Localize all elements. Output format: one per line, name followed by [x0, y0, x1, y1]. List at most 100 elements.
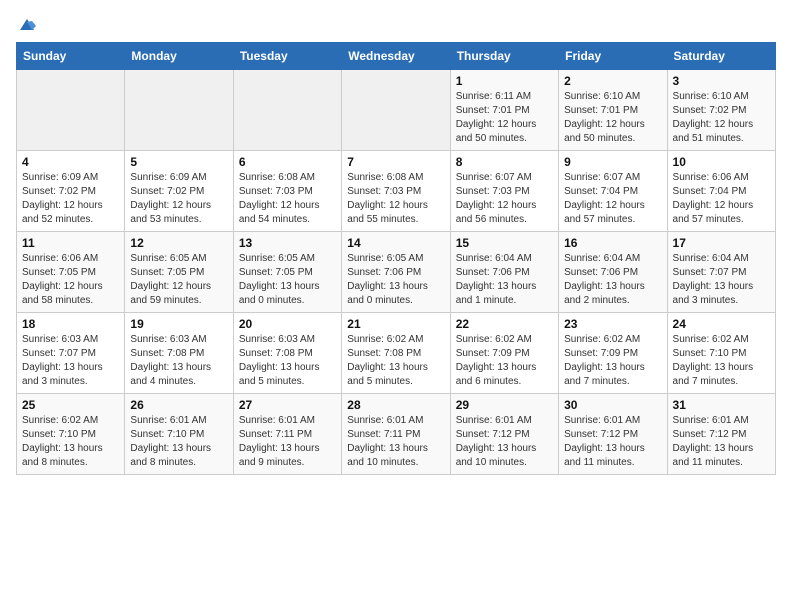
- calendar-week-row: 1 Sunrise: 6:11 AMSunset: 7:01 PMDaylight…: [17, 70, 776, 151]
- day-number: 25: [22, 398, 119, 412]
- day-number: 14: [347, 236, 444, 250]
- calendar-cell: 20 Sunrise: 6:03 AMSunset: 7:08 PMDayligh…: [233, 313, 341, 394]
- day-info: Sunrise: 6:01 AMSunset: 7:12 PMDaylight:…: [456, 414, 553, 470]
- day-info: Sunrise: 6:02 AMSunset: 7:09 PMDaylight:…: [456, 333, 553, 389]
- day-info: Sunrise: 6:08 AMSunset: 7:03 PMDaylight:…: [347, 171, 444, 227]
- day-info: Sunrise: 6:02 AMSunset: 7:09 PMDaylight:…: [564, 333, 661, 389]
- day-info: Sunrise: 6:03 AMSunset: 7:07 PMDaylight:…: [22, 333, 119, 389]
- calendar-cell: 12Sunrise: 6:05 AMSunset: 7:05 PMDayligh…: [125, 232, 233, 313]
- day-info: Sunrise: 6:02 AMSunset: 7:10 PMDaylight:…: [22, 414, 119, 470]
- day-number: 13: [239, 236, 336, 250]
- day-number: 16: [564, 236, 661, 250]
- day-number: 24: [673, 317, 770, 331]
- day-info: Sunrise: 6:07 AMSunset: 7:04 PMDaylight:…: [564, 171, 661, 227]
- calendar-cell: 7 Sunrise: 6:08 AMSunset: 7:03 PMDaylight…: [342, 151, 450, 232]
- calendar-cell: 1 Sunrise: 6:11 AMSunset: 7:01 PMDaylight…: [450, 70, 558, 151]
- calendar-cell: 8 Sunrise: 6:07 AMSunset: 7:03 PMDaylight…: [450, 151, 558, 232]
- weekday-header-row: SundayMondayTuesdayWednesdayThursdayFrid…: [17, 43, 776, 70]
- day-info: Sunrise: 6:10 AMSunset: 7:02 PMDaylight:…: [673, 90, 770, 146]
- day-number: 15: [456, 236, 553, 250]
- day-number: 17: [673, 236, 770, 250]
- day-number: 19: [130, 317, 227, 331]
- calendar-cell: 10Sunrise: 6:06 AMSunset: 7:04 PMDayligh…: [667, 151, 775, 232]
- day-number: 22: [456, 317, 553, 331]
- calendar-cell: 29 Sunrise: 6:01 AMSunset: 7:12 PMDayligh…: [450, 394, 558, 475]
- day-number: 1: [456, 74, 553, 88]
- calendar-cell: 9 Sunrise: 6:07 AMSunset: 7:04 PMDaylight…: [559, 151, 667, 232]
- day-info: Sunrise: 6:11 AMSunset: 7:01 PMDaylight:…: [456, 90, 553, 146]
- calendar-cell: [233, 70, 341, 151]
- weekday-header: Sunday: [17, 43, 125, 70]
- calendar-cell: 28 Sunrise: 6:01 AMSunset: 7:11 PMDayligh…: [342, 394, 450, 475]
- weekday-header: Tuesday: [233, 43, 341, 70]
- day-info: Sunrise: 6:09 AMSunset: 7:02 PMDaylight:…: [130, 171, 227, 227]
- page-header: [16, 16, 776, 34]
- weekday-header: Saturday: [667, 43, 775, 70]
- calendar-week-row: 25 Sunrise: 6:02 AMSunset: 7:10 PMDayligh…: [17, 394, 776, 475]
- calendar-cell: 27Sunrise: 6:01 AMSunset: 7:11 PMDayligh…: [233, 394, 341, 475]
- calendar-cell: 14 Sunrise: 6:05 AMSunset: 7:06 PMDayligh…: [342, 232, 450, 313]
- calendar-cell: 26Sunrise: 6:01 AMSunset: 7:10 PMDayligh…: [125, 394, 233, 475]
- day-info: Sunrise: 6:04 AMSunset: 7:07 PMDaylight:…: [673, 252, 770, 308]
- day-info: Sunrise: 6:03 AMSunset: 7:08 PMDaylight:…: [239, 333, 336, 389]
- day-info: Sunrise: 6:03 AMSunset: 7:08 PMDaylight:…: [130, 333, 227, 389]
- calendar: SundayMondayTuesdayWednesdayThursdayFrid…: [16, 42, 776, 475]
- day-info: Sunrise: 6:06 AMSunset: 7:04 PMDaylight:…: [673, 171, 770, 227]
- calendar-cell: 3 Sunrise: 6:10 AMSunset: 7:02 PMDaylight…: [667, 70, 775, 151]
- calendar-cell: [342, 70, 450, 151]
- day-info: Sunrise: 6:07 AMSunset: 7:03 PMDaylight:…: [456, 171, 553, 227]
- day-number: 9: [564, 155, 661, 169]
- calendar-cell: 31 Sunrise: 6:01 AMSunset: 7:12 PMDayligh…: [667, 394, 775, 475]
- day-number: 7: [347, 155, 444, 169]
- day-number: 4: [22, 155, 119, 169]
- calendar-cell: 16 Sunrise: 6:04 AMSunset: 7:06 PMDayligh…: [559, 232, 667, 313]
- calendar-week-row: 18 Sunrise: 6:03 AMSunset: 7:07 PMDayligh…: [17, 313, 776, 394]
- day-number: 3: [673, 74, 770, 88]
- day-number: 28: [347, 398, 444, 412]
- day-number: 20: [239, 317, 336, 331]
- day-info: Sunrise: 6:02 AMSunset: 7:10 PMDaylight:…: [673, 333, 770, 389]
- day-number: 6: [239, 155, 336, 169]
- calendar-cell: 13Sunrise: 6:05 AMSunset: 7:05 PMDayligh…: [233, 232, 341, 313]
- calendar-cell: 2Sunrise: 6:10 AMSunset: 7:01 PMDaylight…: [559, 70, 667, 151]
- calendar-cell: 18 Sunrise: 6:03 AMSunset: 7:07 PMDayligh…: [17, 313, 125, 394]
- day-number: 5: [130, 155, 227, 169]
- day-info: Sunrise: 6:01 AMSunset: 7:11 PMDaylight:…: [347, 414, 444, 470]
- logo: [16, 16, 36, 34]
- day-number: 21: [347, 317, 444, 331]
- day-number: 23: [564, 317, 661, 331]
- calendar-cell: 25 Sunrise: 6:02 AMSunset: 7:10 PMDayligh…: [17, 394, 125, 475]
- day-info: Sunrise: 6:08 AMSunset: 7:03 PMDaylight:…: [239, 171, 336, 227]
- weekday-header: Monday: [125, 43, 233, 70]
- day-number: 30: [564, 398, 661, 412]
- day-number: 31: [673, 398, 770, 412]
- logo-icon: [18, 16, 36, 34]
- day-info: Sunrise: 6:04 AMSunset: 7:06 PMDaylight:…: [564, 252, 661, 308]
- day-number: 18: [22, 317, 119, 331]
- calendar-cell: 21 Sunrise: 6:02 AMSunset: 7:08 PMDayligh…: [342, 313, 450, 394]
- calendar-cell: 4 Sunrise: 6:09 AMSunset: 7:02 PMDaylight…: [17, 151, 125, 232]
- day-info: Sunrise: 6:09 AMSunset: 7:02 PMDaylight:…: [22, 171, 119, 227]
- day-info: Sunrise: 6:04 AMSunset: 7:06 PMDaylight:…: [456, 252, 553, 308]
- day-number: 29: [456, 398, 553, 412]
- weekday-header: Thursday: [450, 43, 558, 70]
- day-info: Sunrise: 6:01 AMSunset: 7:12 PMDaylight:…: [673, 414, 770, 470]
- calendar-cell: 22 Sunrise: 6:02 AMSunset: 7:09 PMDayligh…: [450, 313, 558, 394]
- weekday-header: Friday: [559, 43, 667, 70]
- calendar-week-row: 4 Sunrise: 6:09 AMSunset: 7:02 PMDaylight…: [17, 151, 776, 232]
- calendar-cell: [17, 70, 125, 151]
- calendar-cell: 23 Sunrise: 6:02 AMSunset: 7:09 PMDayligh…: [559, 313, 667, 394]
- day-number: 2: [564, 74, 661, 88]
- calendar-cell: [125, 70, 233, 151]
- calendar-week-row: 11 Sunrise: 6:06 AMSunset: 7:05 PMDayligh…: [17, 232, 776, 313]
- calendar-cell: 5 Sunrise: 6:09 AMSunset: 7:02 PMDaylight…: [125, 151, 233, 232]
- day-info: Sunrise: 6:06 AMSunset: 7:05 PMDaylight:…: [22, 252, 119, 308]
- day-info: Sunrise: 6:05 AMSunset: 7:05 PMDaylight:…: [130, 252, 227, 308]
- day-number: 8: [456, 155, 553, 169]
- day-info: Sunrise: 6:02 AMSunset: 7:08 PMDaylight:…: [347, 333, 444, 389]
- day-info: Sunrise: 6:05 AMSunset: 7:06 PMDaylight:…: [347, 252, 444, 308]
- calendar-cell: 24 Sunrise: 6:02 AMSunset: 7:10 PMDayligh…: [667, 313, 775, 394]
- day-info: Sunrise: 6:01 AMSunset: 7:10 PMDaylight:…: [130, 414, 227, 470]
- day-number: 11: [22, 236, 119, 250]
- calendar-cell: 15 Sunrise: 6:04 AMSunset: 7:06 PMDayligh…: [450, 232, 558, 313]
